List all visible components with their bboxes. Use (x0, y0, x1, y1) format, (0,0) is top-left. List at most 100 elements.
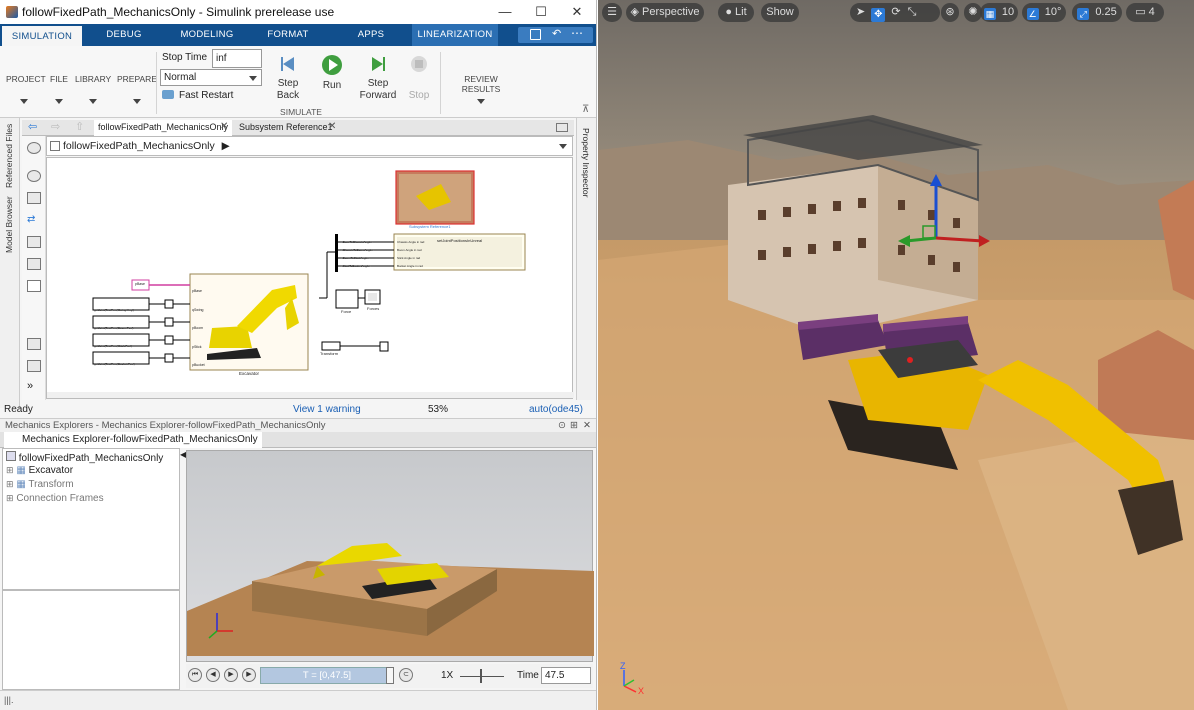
zoom-icon[interactable] (27, 170, 41, 182)
stop-button[interactable]: Stop (404, 54, 434, 102)
simulation-mode-select[interactable]: Normal (160, 69, 262, 86)
tab-debug[interactable]: DEBUG (92, 24, 156, 46)
resize-grip-icon[interactable]: |||. (4, 695, 14, 705)
angle-snap-button[interactable]: ∠ 10° (1022, 3, 1066, 22)
speed-slider-handle[interactable] (480, 669, 482, 683)
tab-mechanics-explorer[interactable]: Mechanics Explorer-followFixedPath_Mecha… (4, 432, 262, 460)
speed-slider[interactable] (460, 676, 504, 677)
rewind-icon[interactable]: ⏮ (188, 668, 202, 682)
status-warning-link[interactable]: View 1 warning (293, 402, 361, 417)
camera-speed-button[interactable]: ▭ 4 (1126, 3, 1164, 22)
chevron-down-icon[interactable] (559, 144, 567, 149)
model-canvas[interactable]: Subsystem Reference1 setJointPositionsIn… (46, 157, 574, 399)
prepare-group-label[interactable]: PREPARE (117, 74, 157, 84)
undock-icon[interactable]: ⊞ (570, 419, 578, 433)
time-slider[interactable]: T = [0,47.5] (260, 667, 394, 684)
property-inspector-tab[interactable]: Property Inspector (581, 128, 591, 197)
fast-restart-label[interactable]: Fast Restart (179, 90, 233, 101)
close-button[interactable]: ✕ (559, 0, 595, 24)
tab-modeling[interactable]: MODELING (172, 24, 242, 46)
prepare-chevron-down-icon[interactable] (133, 99, 141, 104)
horizontal-scrollbar[interactable] (47, 392, 574, 398)
image-icon[interactable] (27, 258, 41, 270)
step-back-icon[interactable]: ◀ (206, 668, 220, 682)
expand-icon[interactable]: » (27, 380, 41, 392)
close-tab-icon[interactable]: ✕ (328, 121, 336, 132)
grid-snap-button[interactable]: ▦ 10 (980, 3, 1018, 22)
tree-item-connection-frames[interactable]: ⊞ Connection Frames (6, 493, 104, 504)
select-cursor-icon[interactable]: ➤ (856, 6, 865, 18)
tree-item-excavator[interactable]: ⊞ ▦ Excavator (6, 465, 73, 476)
panel-menu-icon[interactable]: ⊙ (558, 419, 566, 433)
area-icon[interactable] (27, 280, 41, 292)
tab-model-editor[interactable]: followFixedPath_MechanicsOnly (94, 120, 232, 136)
step-forward-button[interactable]: Step Forward (358, 54, 398, 102)
tab-simulation[interactable]: SIMULATION (2, 24, 82, 46)
tab-subsystem-reference[interactable]: Subsystem Reference1 (235, 120, 337, 136)
arrow-icon[interactable]: ⇄ (27, 214, 41, 226)
maximize-button[interactable]: ☐ (523, 0, 559, 24)
loop-icon[interactable]: ⊂ (399, 668, 413, 682)
surface-snap-icon[interactable]: ⊛ (941, 3, 959, 22)
unreal-viewport[interactable]: ☰ ◈ Perspective ● Lit Show ➤ ✥ ⟳ ⤡ ⊛ ✺ ▦… (598, 0, 1194, 710)
tab-linearization[interactable]: LINEARIZATION (412, 24, 498, 46)
model-browser-panel-tab[interactable]: Model Browser (4, 196, 14, 253)
play-icon[interactable]: ▶ (224, 668, 238, 682)
file-group-label[interactable]: FILE (48, 74, 70, 84)
expand-icon[interactable]: ⊞ (6, 479, 14, 489)
step-back-button[interactable]: Step Back (270, 54, 306, 102)
referenced-files-panel-tab[interactable]: Referenced Files (4, 124, 14, 188)
more-icon[interactable]: ⋯ (571, 26, 583, 40)
mechanics-3d-viewer[interactable] (186, 450, 594, 662)
breadcrumb[interactable]: followFixedPath_MechanicsOnly ▶ (46, 136, 573, 156)
excavator-port-label: pStick (192, 344, 202, 349)
breadcrumb-model[interactable]: followFixedPath_MechanicsOnly (63, 140, 215, 152)
review-results-group-label[interactable]: REVIEW RESULTS (444, 74, 518, 94)
library-group-label[interactable]: LIBRARY (75, 74, 111, 84)
expand-icon[interactable]: ⊞ (6, 493, 14, 503)
explorer-icon[interactable] (27, 360, 41, 372)
time-slider-handle[interactable] (386, 667, 394, 684)
translate-icon[interactable]: ✥ (871, 8, 886, 22)
tree-item-transform[interactable]: ⊞ ▦ Transform (6, 479, 74, 490)
close-panel-icon[interactable]: ✕ (583, 419, 591, 433)
collapse-ribbon-icon[interactable]: ⊼ (582, 104, 589, 115)
file-chevron-down-icon[interactable] (55, 99, 63, 104)
scale-icon[interactable]: ⤡ (908, 6, 917, 18)
status-solver-link[interactable]: auto(ode45) (529, 402, 583, 417)
grid-snap-value: 10 (1001, 6, 1015, 18)
annotation-icon[interactable] (27, 236, 41, 248)
stop-time-input[interactable]: inf (212, 49, 262, 68)
run-button[interactable]: Run (316, 54, 348, 92)
fit-view-icon[interactable] (27, 192, 41, 204)
back-icon[interactable]: ⇦ (28, 120, 37, 133)
forward-icon[interactable]: ⇨ (51, 120, 60, 133)
expand-icon[interactable]: ⊞ (6, 465, 14, 475)
review-chevron-down-icon[interactable] (477, 99, 485, 104)
tab-apps[interactable]: APPS (340, 24, 402, 46)
time-input[interactable]: 47.5 (541, 667, 591, 684)
tab-format[interactable]: FORMAT (256, 24, 320, 46)
close-tab-icon[interactable]: ✕ (220, 121, 228, 132)
viewport-menu-button[interactable]: ☰ (602, 3, 622, 22)
tab-list-icon[interactable] (556, 123, 568, 132)
show-button[interactable]: Show (761, 3, 799, 22)
minimize-button[interactable]: — (487, 0, 523, 24)
project-group-label[interactable]: PROJECT (6, 74, 46, 84)
camera-icon[interactable] (27, 338, 41, 350)
fast-restart-icon[interactable] (162, 90, 174, 99)
save-icon[interactable] (530, 29, 541, 40)
rotate-icon[interactable]: ⟳ (891, 6, 900, 18)
tree-item-root[interactable]: followFixedPath_MechanicsOnly (6, 451, 163, 464)
hide-show-icon[interactable] (27, 142, 41, 154)
scale-snap-button[interactable]: ⤢ 0.25 (1072, 3, 1122, 22)
library-chevron-down-icon[interactable] (89, 99, 97, 104)
perspective-button[interactable]: ◈ Perspective (626, 3, 704, 22)
up-icon[interactable]: ⇧ (75, 120, 84, 133)
excavator-port-label: pBoom (192, 326, 204, 330)
undo-icon[interactable]: ↶ (552, 27, 561, 40)
lit-button[interactable]: ● Lit (718, 3, 754, 22)
excavator-port-label: pBucket (192, 363, 205, 367)
step-forward-icon[interactable]: ▶ (242, 668, 256, 682)
project-chevron-down-icon[interactable] (20, 99, 28, 104)
